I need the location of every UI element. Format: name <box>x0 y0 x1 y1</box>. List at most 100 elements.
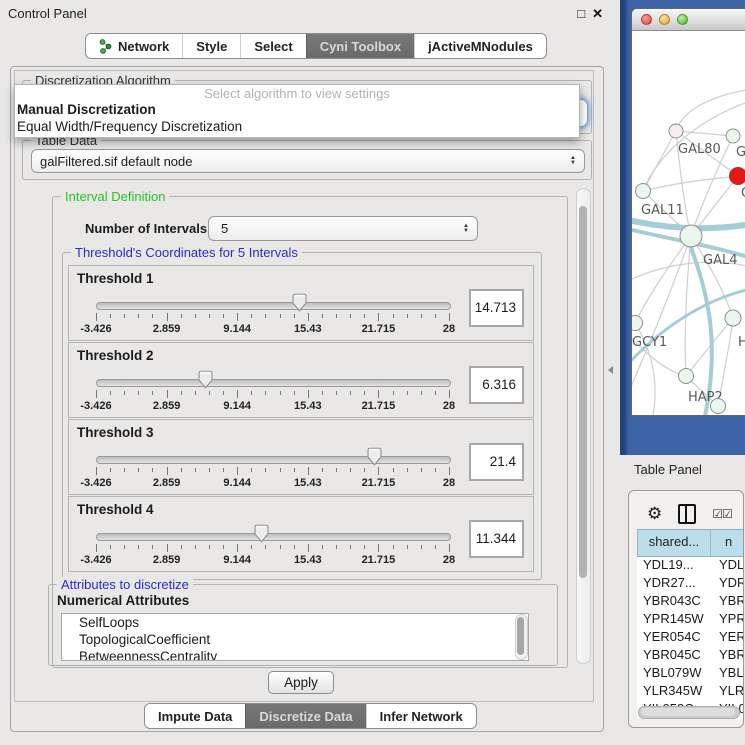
cell-shared-name[interactable]: YPR145W <box>637 611 711 629</box>
network-canvas[interactable]: GAL80GACGAL11GAL4GCY1HHAP2 <box>632 31 745 415</box>
table-row[interactable]: YER054CYER0 <box>637 629 743 647</box>
table-row[interactable]: YLR345WYLR3 <box>637 683 743 701</box>
cell-name[interactable]: YBR0 <box>711 647 743 665</box>
split-divider-handle[interactable] <box>608 366 613 374</box>
tick-label: 15.43 <box>294 554 322 566</box>
tab-label: Cyni Toolbox <box>320 39 401 54</box>
tab-discretize-data[interactable]: Discretize Data <box>245 704 365 728</box>
cell-shared-name[interactable]: YLR345W <box>637 683 711 701</box>
tick-label: 2.859 <box>153 323 181 335</box>
cell-name[interactable]: YER0 <box>711 629 743 647</box>
slider-track[interactable] <box>96 302 451 310</box>
scrollbar-thumb[interactable] <box>579 206 587 578</box>
cell-shared-name[interactable]: YBR045C <box>637 647 711 665</box>
threshold-value-input[interactable]: 11.344 <box>469 520 524 558</box>
table-row[interactable]: YBR043CYBR0 <box>637 593 743 611</box>
tab-select[interactable]: Select <box>240 34 305 58</box>
tick-label: -3.426 <box>80 400 111 412</box>
column-layout-icon[interactable] <box>678 504 696 524</box>
attribute-list-item[interactable]: TopologicalCoefficient <box>62 631 528 648</box>
slider-thumb[interactable] <box>366 447 383 466</box>
tick-label: 9.144 <box>223 400 251 412</box>
network-node-label: GA <box>736 145 745 160</box>
tick-label: 28 <box>443 323 455 335</box>
network-node[interactable] <box>632 316 643 331</box>
table-row[interactable]: YPR145WYPR1 <box>637 611 743 629</box>
cell-name[interactable]: YBR0 <box>711 593 743 611</box>
close-window-icon[interactable] <box>641 14 652 25</box>
attribute-list-item[interactable]: SelfLoops <box>62 614 528 631</box>
table-row[interactable]: YBR045CYBR0 <box>637 647 743 665</box>
zoom-window-icon[interactable] <box>677 14 688 25</box>
threshold-value-input[interactable]: 21.4 <box>469 443 524 481</box>
apply-button[interactable]: Apply <box>268 671 334 694</box>
threshold-value-input[interactable]: 14.713 <box>469 289 524 327</box>
network-node[interactable] <box>711 399 726 414</box>
table-row[interactable]: YBL079WYBL0 <box>637 665 743 683</box>
tab-style[interactable]: Style <box>182 34 240 58</box>
attribute-list-item[interactable]: BetweennessCentrality <box>62 648 528 661</box>
table-row[interactable]: YDL19...YDL1 <box>637 557 743 575</box>
number-of-intervals-combobox[interactable]: 5 ▲▼ <box>208 216 478 241</box>
scrollbar-thumb[interactable] <box>517 617 524 655</box>
cell-name[interactable]: YDL1 <box>711 557 743 575</box>
network-node[interactable] <box>679 369 694 384</box>
slider-thumb[interactable] <box>291 293 308 312</box>
tab-jactivemnodules[interactable]: jActiveMNodules <box>414 34 546 58</box>
slider-ticks <box>96 390 449 399</box>
float-panel-icon[interactable]: □ <box>577 6 585 22</box>
network-node[interactable] <box>669 124 683 138</box>
column-header-shared-name[interactable]: shared... <box>637 530 711 556</box>
column-header-name[interactable]: n <box>711 530 743 556</box>
table-horizontal-scrollbar[interactable] <box>638 706 740 719</box>
slider-tick-labels: -3.4262.8599.14415.4321.71528 <box>96 477 449 489</box>
tab-label: jActiveMNodules <box>428 39 533 54</box>
network-node-label: GAL11 <box>641 203 684 218</box>
threshold-label: Threshold 3 <box>77 425 154 440</box>
dropdown-option-equal-width[interactable]: Equal Width/Frequency Discretization <box>15 118 579 134</box>
network-window-titlebar[interactable] <box>632 9 745 31</box>
gear-icon[interactable]: ⚙ <box>647 506 662 522</box>
cell-name[interactable]: YBL0 <box>711 665 743 683</box>
cell-shared-name[interactable]: YBL079W <box>637 665 711 683</box>
select-columns-icon[interactable]: ☑☑ <box>712 507 732 521</box>
tab-network[interactable]: Network <box>86 34 182 58</box>
table-panel-window: ⚙ ☑☑ shared... n YDL19...YDL1YDR27...YDR… <box>628 490 744 728</box>
scrollbar-thumb[interactable] <box>641 708 735 716</box>
tick-label: 2.859 <box>153 400 181 412</box>
cell-shared-name[interactable]: YBR043C <box>637 593 711 611</box>
tick-label: -3.426 <box>80 323 111 335</box>
table-row[interactable]: YDR27...YDR2 <box>637 575 743 593</box>
tab-impute-data[interactable]: Impute Data <box>145 704 245 728</box>
panel-vertical-scrollbar[interactable] <box>576 188 591 664</box>
cell-name[interactable]: YLR3 <box>711 683 743 701</box>
slider-thumb[interactable] <box>253 524 270 543</box>
cell-shared-name[interactable]: YDL19... <box>637 557 711 575</box>
slider-track[interactable] <box>96 533 451 541</box>
slider-thumb[interactable] <box>197 370 214 389</box>
thresholds-section-title: Threshold's Coordinates for 5 Intervals <box>71 245 302 260</box>
cell-shared-name[interactable]: YDR27... <box>637 575 711 593</box>
tick-label: 2.859 <box>153 554 181 566</box>
network-node[interactable] <box>730 168 745 185</box>
network-node[interactable] <box>726 129 740 143</box>
list-scrollbar[interactable] <box>515 614 528 660</box>
table-data-combobox[interactable]: galFiltered.sif default node ▲▼ <box>31 149 585 173</box>
slider-track[interactable] <box>96 379 451 387</box>
network-node[interactable] <box>636 184 651 199</box>
close-panel-icon[interactable]: ✕ <box>592 6 603 22</box>
tab-cyni-toolbox[interactable]: Cyni Toolbox <box>306 34 414 58</box>
threshold-value-input[interactable]: 6.316 <box>469 366 524 404</box>
minimize-window-icon[interactable] <box>659 14 670 25</box>
cell-shared-name[interactable]: YER054C <box>637 629 711 647</box>
dropdown-option-manual[interactable]: Manual Discretization <box>15 102 579 118</box>
cell-name[interactable]: YDR2 <box>711 575 743 593</box>
cell-name[interactable]: YPR1 <box>711 611 743 629</box>
threshold-label: Threshold 2 <box>77 348 154 363</box>
slider-ticks <box>96 467 449 476</box>
network-node[interactable] <box>725 310 741 326</box>
network-node[interactable] <box>680 225 702 247</box>
network-icon <box>99 39 112 54</box>
slider-track[interactable] <box>96 456 451 464</box>
tab-infer-network[interactable]: Infer Network <box>366 704 476 728</box>
